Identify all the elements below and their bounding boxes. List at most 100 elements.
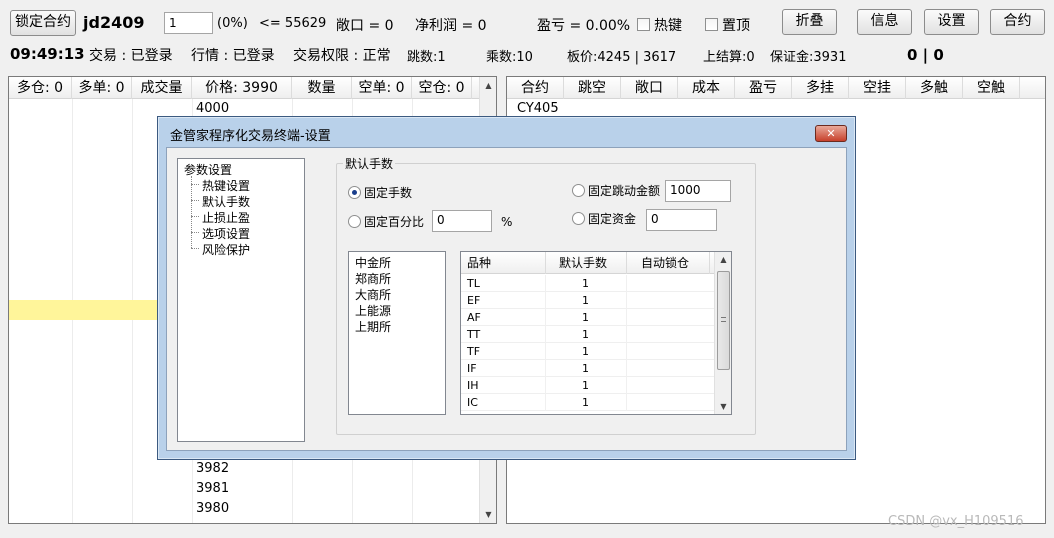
group-title: 默认手数 bbox=[343, 155, 396, 172]
pin-top-checkbox[interactable] bbox=[705, 18, 718, 31]
col-short-pending[interactable]: 空挂 bbox=[849, 77, 906, 99]
col-volume[interactable]: 成交量 bbox=[132, 77, 192, 99]
table-row[interactable]: TT 1 bbox=[461, 326, 715, 343]
exchange-item[interactable]: 上能源 bbox=[355, 302, 391, 319]
col-quantity[interactable]: 数量 bbox=[292, 77, 352, 99]
product-qty-cell[interactable]: 1 bbox=[582, 292, 589, 309]
product-qty-table: 品种 默认手数 自动锁仓 TL 1 EF 1 AF 1 TT 1 TF 1 IF 1 IH 1 IC 1 ▲ … bbox=[460, 251, 732, 415]
limit-label: <= 55629 bbox=[259, 16, 327, 31]
board-price-label: 板价:4245 | 3617 bbox=[567, 50, 677, 65]
fixed-pct-label: 固定百分比 bbox=[364, 215, 425, 229]
price-cell[interactable]: 3982 bbox=[196, 461, 229, 476]
exchange-item[interactable]: 郑商所 bbox=[355, 270, 391, 287]
product-qty-cell[interactable]: 1 bbox=[582, 343, 589, 360]
col-gap[interactable]: 跳空 bbox=[564, 77, 621, 99]
tree-item-risk[interactable]: 风险保护 bbox=[202, 241, 250, 258]
tree-item-default-qty[interactable]: 默认手数 bbox=[202, 193, 250, 210]
fixed-capital-input[interactable]: 0 bbox=[646, 209, 717, 231]
col-default-qty[interactable]: 默认手数 bbox=[559, 252, 607, 274]
lock-contract-button[interactable]: 锁定合约 bbox=[10, 10, 76, 36]
net-profit-label: 净利润 = 0 bbox=[415, 18, 487, 34]
product-qty-cell[interactable]: 1 bbox=[582, 394, 589, 411]
scroll-up-arrow-icon[interactable]: ▲ bbox=[715, 255, 731, 264]
col-long-orders[interactable]: 多单: 0 bbox=[72, 77, 132, 99]
tick-label: 跳数:1 bbox=[407, 50, 446, 65]
product-qty-cell[interactable]: 1 bbox=[582, 309, 589, 326]
percent-label: (0%) bbox=[217, 16, 248, 31]
col-long-trigger[interactable]: 多触 bbox=[906, 77, 963, 99]
fixed-pct-radio[interactable] bbox=[348, 215, 361, 228]
col-long-position[interactable]: 多仓: 0 bbox=[9, 77, 72, 99]
scroll-thumb[interactable] bbox=[717, 271, 730, 370]
col-auto-lock[interactable]: 自动锁仓 bbox=[641, 252, 689, 274]
col-pnl[interactable]: 盈亏 bbox=[735, 77, 792, 99]
positions-header: 合约 跳空 敞口 成本 盈亏 多挂 空挂 多触 空触 bbox=[507, 77, 1045, 99]
product-qty-cell[interactable]: 1 bbox=[582, 326, 589, 343]
fixed-pct-input[interactable]: 0 bbox=[432, 210, 492, 232]
col-contract[interactable]: 合约 bbox=[507, 77, 564, 99]
fixed-tick-amount-label: 固定跳动金额 bbox=[588, 184, 661, 198]
fold-button[interactable]: 折叠 bbox=[782, 9, 837, 35]
dialog-title: 金管家程序化交易终端-设置 bbox=[170, 129, 331, 144]
table-row[interactable]: TF 1 bbox=[461, 343, 715, 360]
pnl-label: 盈亏 = 0.00% bbox=[537, 18, 631, 34]
hotkey-checkbox[interactable] bbox=[637, 18, 650, 31]
product-name-cell: AF bbox=[467, 311, 481, 324]
product-name-cell: IC bbox=[467, 396, 478, 409]
contract-button[interactable]: 合约 bbox=[990, 9, 1045, 35]
fixed-qty-radio[interactable] bbox=[348, 186, 361, 199]
exchange-item[interactable]: 上期所 bbox=[355, 318, 391, 335]
info-button[interactable]: 信息 bbox=[857, 9, 912, 35]
dialog-body: 参数设置 热键设置 默认手数 止损止盈 选项设置 风险保护 默认手数 固定手数 … bbox=[166, 147, 847, 451]
position-contract-cell[interactable]: CY405 bbox=[517, 101, 559, 116]
price-cell[interactable]: 4000 bbox=[196, 101, 229, 116]
fixed-tick-amount-input[interactable]: 1000 bbox=[665, 180, 731, 202]
table-row[interactable]: AF 1 bbox=[461, 309, 715, 326]
col-product[interactable]: 品种 bbox=[467, 252, 491, 274]
tree-item-hotkeys[interactable]: 热键设置 bbox=[202, 177, 250, 194]
current-price-row[interactable] bbox=[9, 300, 159, 320]
col-exposure[interactable]: 敞口 bbox=[621, 77, 678, 99]
table-row[interactable]: IC 1 bbox=[461, 394, 715, 411]
pin-top-label: 置顶 bbox=[722, 18, 750, 34]
price-cell[interactable]: 3980 bbox=[196, 501, 229, 516]
scroll-up-arrow-icon[interactable]: ▲ bbox=[480, 81, 496, 90]
col-short-position[interactable]: 空仓: 0 bbox=[412, 77, 472, 99]
table-row[interactable]: IH 1 bbox=[461, 377, 715, 394]
exchange-item[interactable]: 中金所 bbox=[355, 254, 391, 271]
scroll-down-arrow-icon[interactable]: ▼ bbox=[480, 510, 496, 519]
multiplier-label: 乘数:10 bbox=[486, 50, 533, 65]
table-row[interactable]: EF 1 bbox=[461, 292, 715, 309]
price-cell[interactable]: 3981 bbox=[196, 481, 229, 496]
product-table-header: 品种 默认手数 自动锁仓 bbox=[461, 252, 715, 274]
order-counts: 0 | 0 bbox=[907, 46, 944, 64]
product-name-cell: TT bbox=[467, 328, 481, 341]
product-table-scrollbar[interactable]: ▲ ▼ bbox=[714, 252, 731, 414]
percent-sign: % bbox=[501, 215, 513, 229]
fixed-capital-radio[interactable] bbox=[572, 212, 585, 225]
product-name-cell: TL bbox=[467, 277, 480, 290]
settings-button[interactable]: 设置 bbox=[924, 9, 979, 35]
product-name-cell: TF bbox=[467, 345, 481, 358]
col-price[interactable]: 价格: 3990 bbox=[192, 77, 292, 99]
product-qty-cell[interactable]: 1 bbox=[582, 377, 589, 394]
tree-item-stop-loss[interactable]: 止损止盈 bbox=[202, 209, 250, 226]
margin-label: 保证金:3931 bbox=[770, 50, 847, 65]
col-short-trigger[interactable]: 空触 bbox=[963, 77, 1020, 99]
close-icon[interactable]: ✕ bbox=[815, 125, 847, 142]
quantity-input[interactable]: 1 bbox=[164, 12, 213, 34]
clock: 09:49:13 bbox=[10, 45, 85, 63]
tree-item-options[interactable]: 选项设置 bbox=[202, 225, 250, 242]
scroll-down-arrow-icon[interactable]: ▼ bbox=[715, 402, 731, 411]
product-qty-cell[interactable]: 1 bbox=[582, 275, 589, 292]
col-long-pending[interactable]: 多挂 bbox=[792, 77, 849, 99]
product-name-cell: IH bbox=[467, 379, 479, 392]
exchange-item[interactable]: 大商所 bbox=[355, 286, 391, 303]
table-row[interactable]: IF 1 bbox=[461, 360, 715, 377]
fixed-tick-amount-radio[interactable] bbox=[572, 184, 585, 197]
col-short-orders[interactable]: 空单: 0 bbox=[352, 77, 412, 99]
product-qty-cell[interactable]: 1 bbox=[582, 360, 589, 377]
col-cost[interactable]: 成本 bbox=[678, 77, 735, 99]
price-ladder-header: 多仓: 0 多单: 0 成交量 价格: 3990 数量 空单: 0 空仓: 0 bbox=[9, 77, 496, 99]
table-row[interactable]: TL 1 bbox=[461, 275, 715, 292]
